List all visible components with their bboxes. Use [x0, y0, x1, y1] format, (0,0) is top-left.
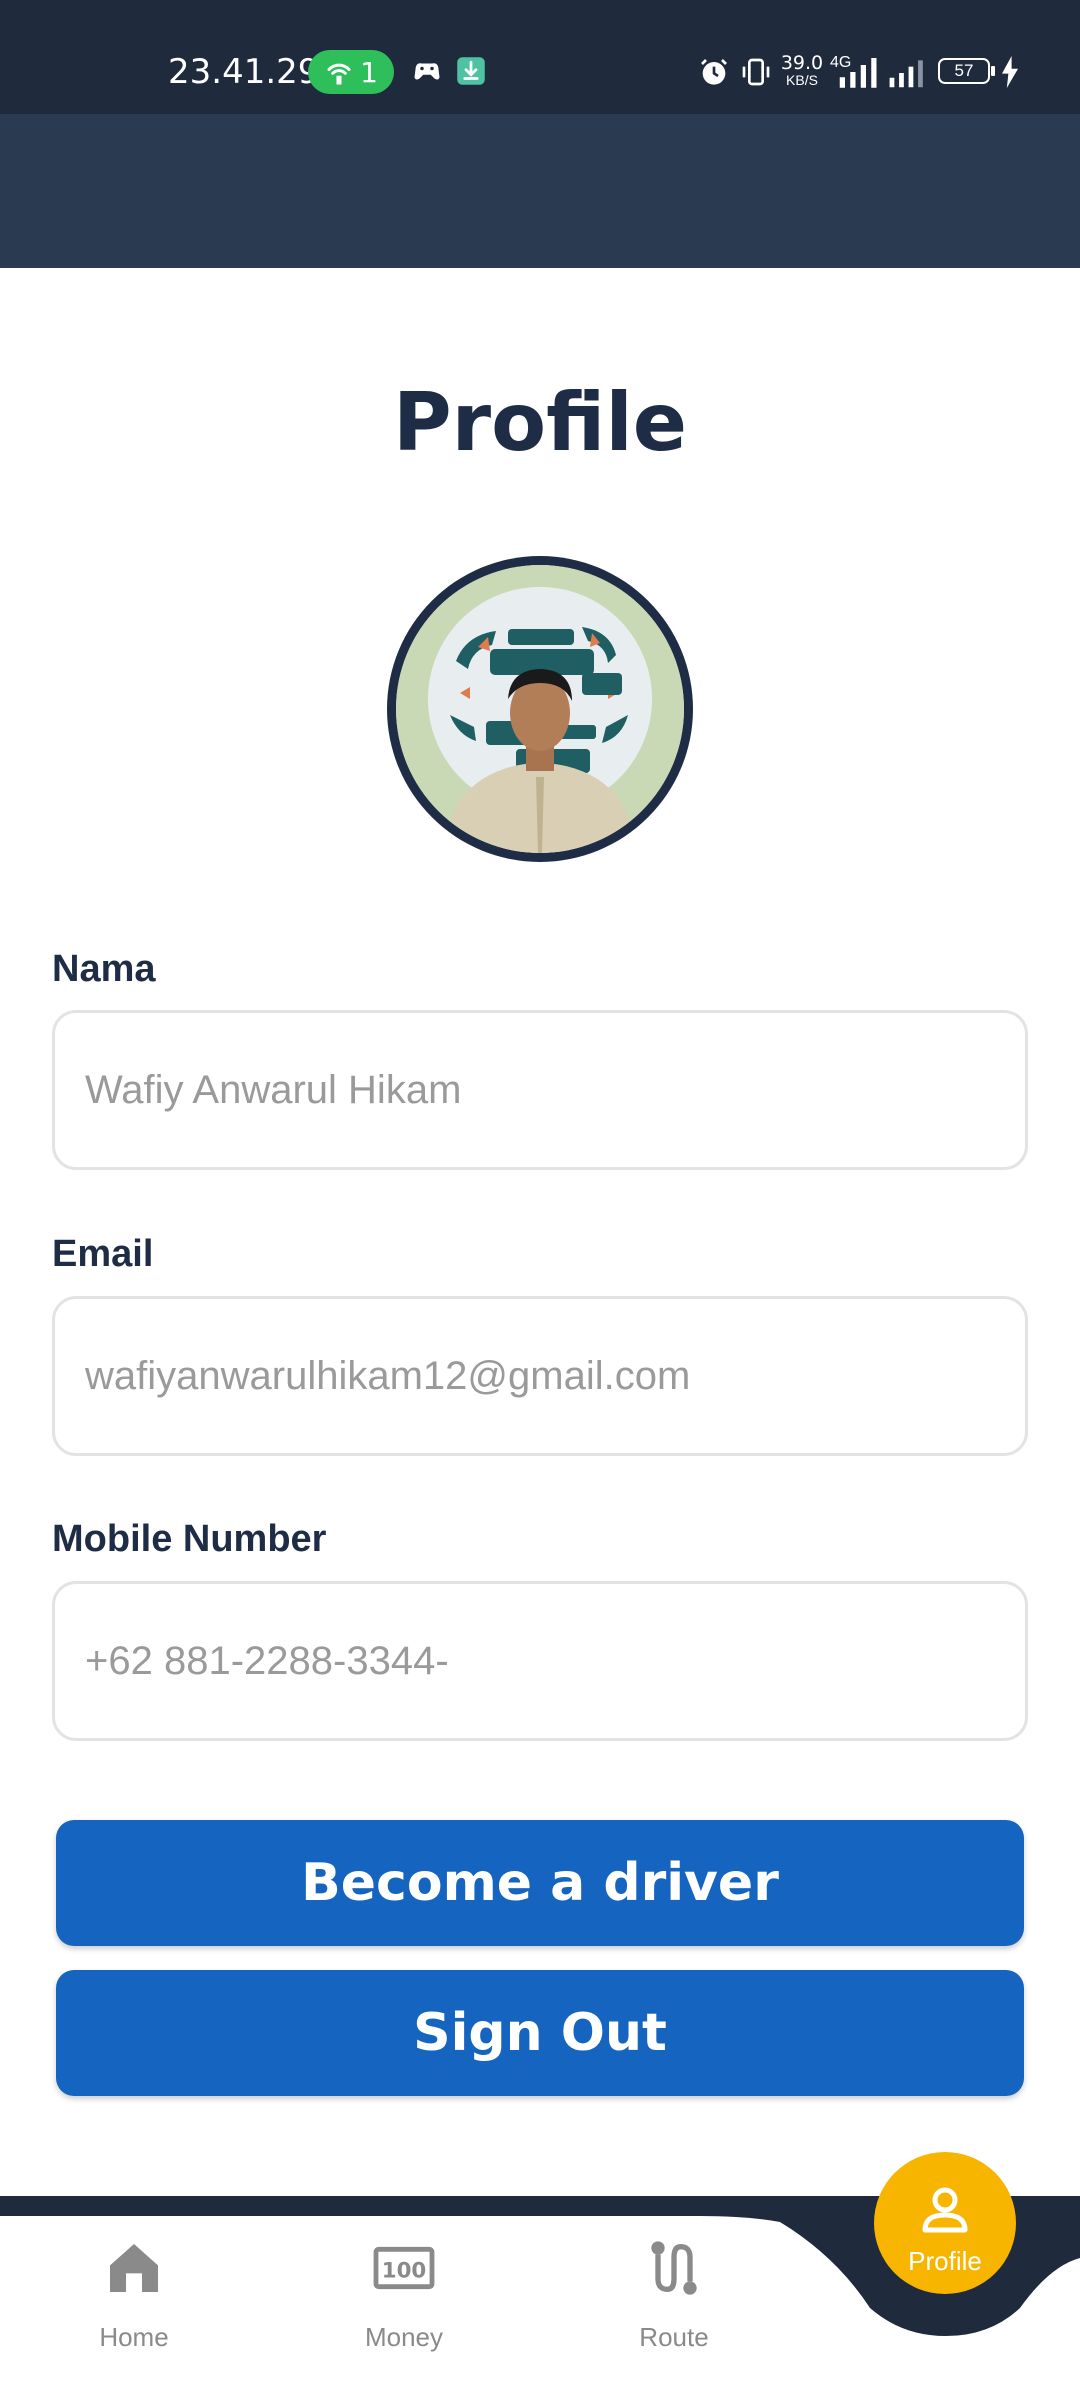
header-band — [0, 114, 1080, 268]
home-icon — [110, 2244, 158, 2292]
page-title: Profile — [392, 376, 688, 469]
name-label: Nama — [52, 948, 156, 990]
mobile-label: Mobile Number — [52, 1518, 327, 1560]
hotspot-icon — [327, 63, 351, 85]
hotspot-indicator: 1 — [308, 50, 394, 94]
svg-text:100: 100 — [382, 2258, 427, 2283]
download-icon — [457, 57, 485, 85]
nav-label-home: Home — [99, 2322, 169, 2352]
nav-label-money: Money — [364, 2322, 444, 2352]
avatar-image — [396, 565, 684, 853]
name-field[interactable] — [52, 1010, 1028, 1170]
game-controller-icon — [414, 63, 440, 80]
nav-item-route[interactable]: Route — [604, 2236, 744, 2366]
nav-item-money[interactable]: 100 Money — [334, 2236, 474, 2366]
money-icon: 100 — [373, 2246, 435, 2290]
hotspot-count: 1 — [360, 55, 378, 89]
status-bar: 23.41.29 1 39.0 KB/S 4G 57 — [0, 0, 1080, 114]
name-input[interactable] — [85, 1013, 985, 1167]
alarm-icon — [701, 59, 727, 85]
email-field[interactable] — [52, 1296, 1028, 1456]
nav-label-profile: Profile — [908, 2246, 982, 2276]
become-driver-button[interactable]: Become a driver — [56, 1820, 1024, 1946]
mobile-field[interactable] — [52, 1581, 1028, 1741]
nav-item-home[interactable]: Home — [64, 2236, 204, 2366]
mobile-input[interactable] — [85, 1584, 985, 1738]
charging-icon — [1002, 56, 1018, 88]
avatar[interactable] — [387, 556, 693, 862]
signal-icon — [839, 58, 877, 88]
vibrate-icon — [742, 58, 770, 86]
network-speed: 39.0 KB/S — [780, 52, 824, 88]
signal-icon-2 — [889, 60, 923, 88]
battery-tip — [991, 66, 995, 76]
email-label: Email — [52, 1233, 154, 1275]
nav-item-profile[interactable]: Profile — [874, 2152, 1016, 2294]
email-input[interactable] — [85, 1299, 985, 1453]
battery-indicator: 57 — [938, 58, 990, 84]
route-icon — [651, 2241, 697, 2295]
person-icon — [922, 2187, 968, 2233]
avatar-photo — [396, 565, 684, 853]
sign-out-button[interactable]: Sign Out — [56, 1970, 1024, 2096]
nav-label-route: Route — [639, 2322, 709, 2352]
status-time: 23.41.29 — [168, 52, 320, 92]
